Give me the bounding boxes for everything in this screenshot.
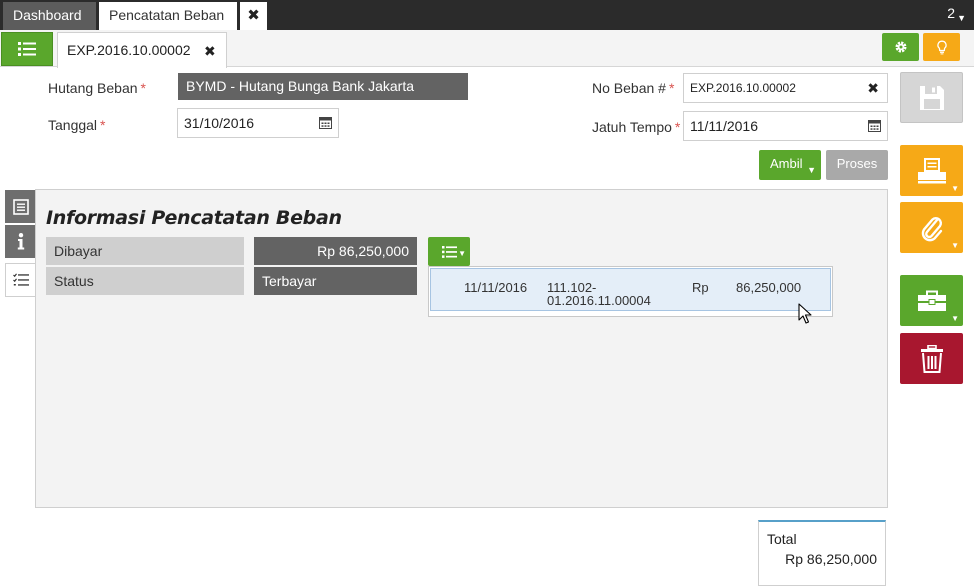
required-marker: * (140, 80, 146, 96)
chevron-down-icon: ▼ (951, 314, 959, 323)
chevron-down-icon: ▼ (458, 249, 466, 258)
chevron-down-icon: ▼ (951, 184, 959, 193)
info-icon (17, 233, 24, 250)
status-label: Status (46, 267, 244, 295)
tab-document-details[interactable] (5, 190, 36, 223)
panel-title: Informasi Pencatatan Beban (46, 207, 342, 229)
chevron-down-icon: ▼ (807, 165, 816, 175)
required-marker: * (668, 80, 675, 96)
chevron-down-icon: ▼ (957, 13, 966, 23)
dibayar-value: Rp 86,250,000 (254, 237, 417, 265)
hutang-beban-label-text: Hutang Beban (48, 80, 138, 96)
tips-button[interactable] (923, 33, 960, 61)
document-tab-bar: EXP.2016.10.00002 ✖ (0, 30, 974, 68)
close-document-icon[interactable]: ✖ (204, 43, 216, 60)
no-beban-label-text: No Beban # (592, 80, 666, 96)
jatuh-tempo-value: 11/11/2016 (690, 118, 758, 134)
tanggal-label: Tanggal * (48, 117, 106, 133)
proses-button[interactable]: Proses (826, 150, 888, 180)
tanggal-date-field[interactable]: 31/10/2016 (177, 108, 339, 138)
total-value: Rp 86,250,000 (785, 551, 877, 567)
gear-icon (895, 41, 906, 53)
tab-count: 2 (947, 5, 956, 21)
jatuh-tempo-label-text: Jatuh Tempo (592, 119, 672, 135)
no-beban-field[interactable]: EXP.2016.10.00002 ✖ (683, 73, 888, 103)
total-summary: Total Rp 86,250,000 (758, 520, 886, 586)
tab-checklist[interactable] (5, 263, 36, 297)
document-tab-label: EXP.2016.10.00002 (67, 42, 191, 58)
list-icon (18, 42, 36, 56)
no-beban-label: No Beban # * (592, 80, 674, 96)
payment-currency: Rp (692, 280, 709, 295)
calendar-icon[interactable] (868, 119, 881, 132)
jatuh-tempo-date-field[interactable]: 11/11/2016 (683, 111, 888, 141)
delete-button[interactable] (900, 333, 963, 384)
payment-ref-line2: 01.2016.11.00004 (547, 293, 651, 308)
payment-list-dropdown: 11/11/2016 111.102- 01.2016.11.00004 Rp … (428, 266, 833, 317)
status-value: Terbayar (254, 267, 417, 295)
floppy-disk-icon (919, 85, 944, 110)
ambil-label: Ambil (770, 156, 803, 171)
tanggal-value: 31/10/2016 (184, 115, 255, 131)
dibayar-label: Dibayar (46, 237, 244, 265)
paperclip-icon (921, 216, 942, 241)
open-tab-counter[interactable]: 2 ▼ (947, 5, 966, 23)
top-tab-bar: Dashboard Pencatatan Beban ✖ 2 ▼ (0, 0, 974, 30)
list-icon (441, 245, 457, 258)
document-tab[interactable]: EXP.2016.10.00002 ✖ (57, 32, 227, 68)
tab-dashboard[interactable]: Dashboard (3, 2, 96, 30)
required-marker: * (674, 119, 681, 135)
payment-row[interactable]: 11/11/2016 111.102- 01.2016.11.00004 Rp … (430, 268, 831, 311)
no-beban-value: EXP.2016.10.00002 (690, 81, 796, 95)
clear-icon[interactable]: ✖ (867, 74, 879, 102)
briefcase-icon (917, 290, 946, 311)
checklist-icon (13, 273, 29, 286)
close-tab-icon[interactable]: ✖ (240, 2, 267, 30)
app-window: Dashboard Pencatatan Beban ✖ 2 ▼ EXP.2016… (0, 0, 974, 587)
total-label: Total (767, 531, 797, 547)
hutang-beban-field[interactable]: BYMD - Hutang Bunga Bank Jakarta (178, 73, 468, 100)
payment-list-dropdown-button[interactable]: ▼ (428, 237, 470, 266)
hutang-beban-label: Hutang Beban * (48, 80, 146, 96)
settings-button[interactable] (882, 33, 919, 61)
jatuh-tempo-label: Jatuh Tempo * (592, 119, 680, 135)
chevron-down-icon: ▼ (951, 241, 959, 250)
lightbulb-icon (936, 40, 947, 54)
ambil-button[interactable]: Ambil ▼ (759, 150, 821, 180)
tools-button[interactable]: ▼ (900, 275, 963, 326)
calendar-icon[interactable] (319, 116, 332, 129)
attachment-button[interactable]: ▼ (900, 202, 963, 253)
required-marker: * (100, 117, 106, 133)
payment-date: 11/11/2016 (464, 280, 528, 295)
payment-info-panel: Informasi Pencatatan Beban Dibayar Rp 86… (35, 189, 888, 508)
payment-amount: 86,250,000 (736, 280, 802, 295)
tab-pencatatan-beban[interactable]: Pencatatan Beban (99, 2, 237, 30)
list-view-button[interactable] (1, 32, 53, 66)
print-button[interactable]: ▼ (900, 145, 963, 196)
mouse-cursor-icon (798, 303, 812, 324)
trash-icon (920, 344, 943, 373)
printer-icon (917, 157, 946, 183)
tab-info[interactable] (5, 225, 36, 258)
save-button[interactable] (900, 72, 963, 123)
document-icon (12, 198, 29, 215)
tanggal-label-text: Tanggal (48, 117, 98, 133)
